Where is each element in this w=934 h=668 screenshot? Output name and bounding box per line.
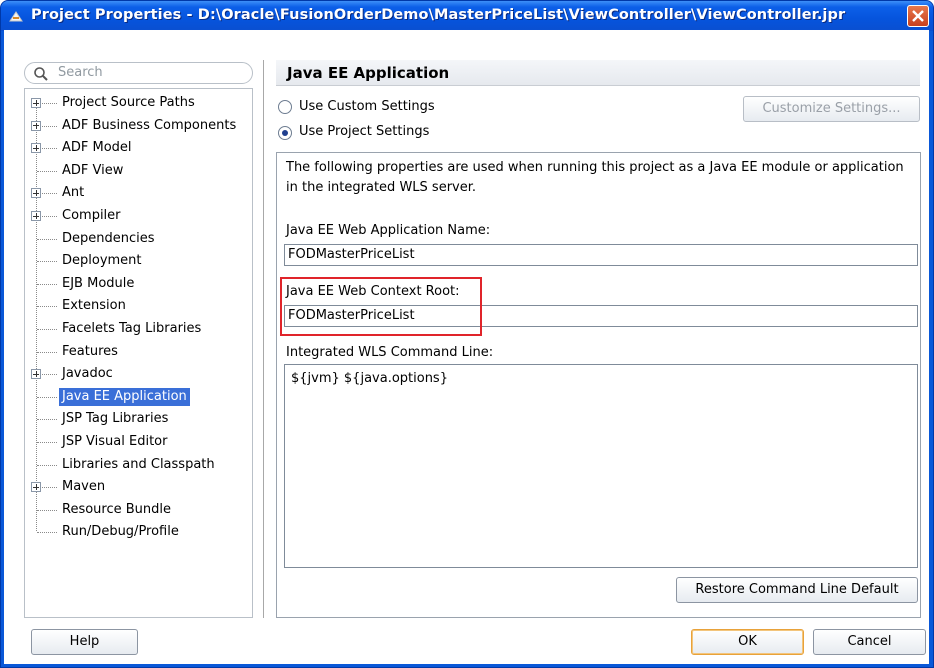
use-project-settings-label[interactable]: Use Project Settings bbox=[299, 124, 429, 139]
tree-connector bbox=[37, 532, 57, 534]
tree-item[interactable]: Dependencies bbox=[25, 229, 252, 249]
customize-settings-button[interactable]: Customize Settings... bbox=[743, 96, 920, 122]
tree-item[interactable]: Features bbox=[25, 342, 252, 362]
tree-item[interactable]: Run/Debug/Profile bbox=[25, 522, 252, 542]
tree-item-label: Resource Bundle bbox=[62, 501, 172, 517]
cancel-button[interactable]: Cancel bbox=[813, 629, 926, 655]
settings-description: The following properties are used when r… bbox=[286, 160, 904, 195]
tree-item-label: Compiler bbox=[62, 208, 121, 223]
ok-button[interactable]: OK bbox=[691, 629, 804, 655]
close-icon bbox=[912, 10, 924, 22]
expand-plus-icon[interactable] bbox=[31, 98, 41, 108]
command-line-label: Integrated WLS Command Line: bbox=[286, 345, 494, 360]
tree-item-label: ADF View bbox=[62, 162, 124, 178]
command-line-textarea[interactable]: ${jvm} ${java.options} bbox=[284, 364, 918, 568]
project-icon bbox=[9, 11, 23, 22]
tree-item[interactable]: JSP Tag Libraries bbox=[25, 409, 252, 429]
tree-connector bbox=[37, 261, 57, 263]
annotation-highlight-box bbox=[280, 277, 482, 336]
tree-connector bbox=[37, 283, 57, 285]
tree-item[interactable]: Deployment bbox=[25, 251, 252, 271]
split-divider[interactable] bbox=[263, 60, 264, 618]
expand-plus-icon[interactable] bbox=[31, 482, 41, 493]
tree-item[interactable]: Project Source Paths bbox=[25, 93, 252, 113]
tree-item-label: ADF Model bbox=[62, 140, 132, 156]
tree-item[interactable]: Ant bbox=[25, 183, 252, 203]
use-custom-settings-radio[interactable] bbox=[278, 100, 292, 114]
tree-item[interactable]: ADF View bbox=[25, 161, 252, 181]
panel-header: Java EE Application bbox=[276, 60, 920, 86]
tree-item-label: JSP Visual Editor bbox=[62, 434, 168, 449]
tree-item-label: Run/Debug/Profile bbox=[62, 524, 179, 540]
expand-plus-icon[interactable] bbox=[31, 369, 41, 380]
app-name-label: Java EE Web Application Name: bbox=[286, 223, 491, 238]
tree-item[interactable]: Compiler bbox=[25, 206, 252, 226]
tree-item[interactable]: JSP Visual Editor bbox=[25, 432, 252, 452]
tree-connector bbox=[37, 464, 57, 466]
tree-item[interactable]: Javadoc bbox=[25, 364, 252, 384]
search-input[interactable]: Search bbox=[24, 62, 253, 84]
tree-connector bbox=[37, 238, 57, 240]
tree-item[interactable]: Libraries and Classpath bbox=[25, 455, 252, 475]
tree-item[interactable]: Facelets Tag Libraries bbox=[25, 319, 252, 339]
expand-plus-icon[interactable] bbox=[31, 211, 41, 221]
search-icon bbox=[34, 67, 48, 81]
tree-connector bbox=[37, 419, 57, 421]
tree-item-label: Project Source Paths bbox=[62, 95, 195, 110]
tree-item[interactable]: ADF Model bbox=[25, 138, 252, 158]
tree-item-label: ADF Business Components bbox=[62, 117, 237, 133]
tree-connector bbox=[37, 442, 57, 443]
tree-item-label: JSP Tag Libraries bbox=[62, 411, 169, 427]
help-button[interactable]: Help bbox=[31, 629, 138, 655]
tree-item[interactable]: Java EE Application bbox=[25, 387, 252, 407]
tree-connector bbox=[37, 396, 57, 398]
expand-plus-icon[interactable] bbox=[31, 120, 41, 131]
tree-item[interactable]: EJB Module bbox=[25, 274, 252, 294]
use-custom-settings-label[interactable]: Use Custom Settings bbox=[299, 99, 435, 114]
tree-item-label: Features bbox=[62, 343, 118, 359]
tree-item-label: Facelets Tag Libraries bbox=[62, 321, 202, 336]
tree-item-label: Libraries and Classpath bbox=[62, 456, 215, 472]
tree-item-label: Extension bbox=[62, 298, 126, 314]
category-tree[interactable]: Project Source Paths ADF Business Compone… bbox=[24, 88, 253, 618]
expand-plus-icon[interactable] bbox=[31, 143, 41, 154]
window-title: Project Properties - D:\Oracle\FusionOrd… bbox=[31, 7, 846, 23]
tree-connector bbox=[37, 329, 57, 330]
search-placeholder: Search bbox=[58, 65, 103, 80]
tree-connector bbox=[37, 351, 57, 353]
tree-item-label: Maven bbox=[62, 479, 106, 495]
expand-plus-icon[interactable] bbox=[31, 188, 41, 199]
restore-command-line-button[interactable]: Restore Command Line Default bbox=[676, 577, 918, 603]
tree-connector bbox=[37, 306, 57, 308]
tree-item-label: Ant bbox=[62, 185, 85, 201]
use-project-settings-radio[interactable] bbox=[278, 126, 292, 140]
panel-title: Java EE Application bbox=[287, 64, 450, 82]
tree-connector bbox=[37, 170, 57, 172]
tree-item-label: EJB Module bbox=[62, 275, 135, 291]
title-bar[interactable]: Project Properties - D:\Oracle\FusionOrd… bbox=[1, 1, 933, 31]
tree-item[interactable]: Resource Bundle bbox=[25, 500, 252, 520]
tree-item[interactable]: ADF Business Components bbox=[25, 116, 252, 136]
tree-item[interactable]: Extension bbox=[25, 296, 252, 316]
tree-item-label: Deployment bbox=[62, 253, 142, 269]
tree-item-label: Javadoc bbox=[62, 366, 113, 382]
tree-connector bbox=[37, 509, 57, 511]
tree-item[interactable]: Maven bbox=[25, 477, 252, 497]
close-button[interactable] bbox=[907, 5, 929, 27]
tree-item-label: Dependencies bbox=[62, 230, 155, 246]
tree-item-label: Java EE Application bbox=[59, 387, 190, 406]
app-name-field[interactable]: FODMasterPriceList bbox=[284, 244, 918, 266]
